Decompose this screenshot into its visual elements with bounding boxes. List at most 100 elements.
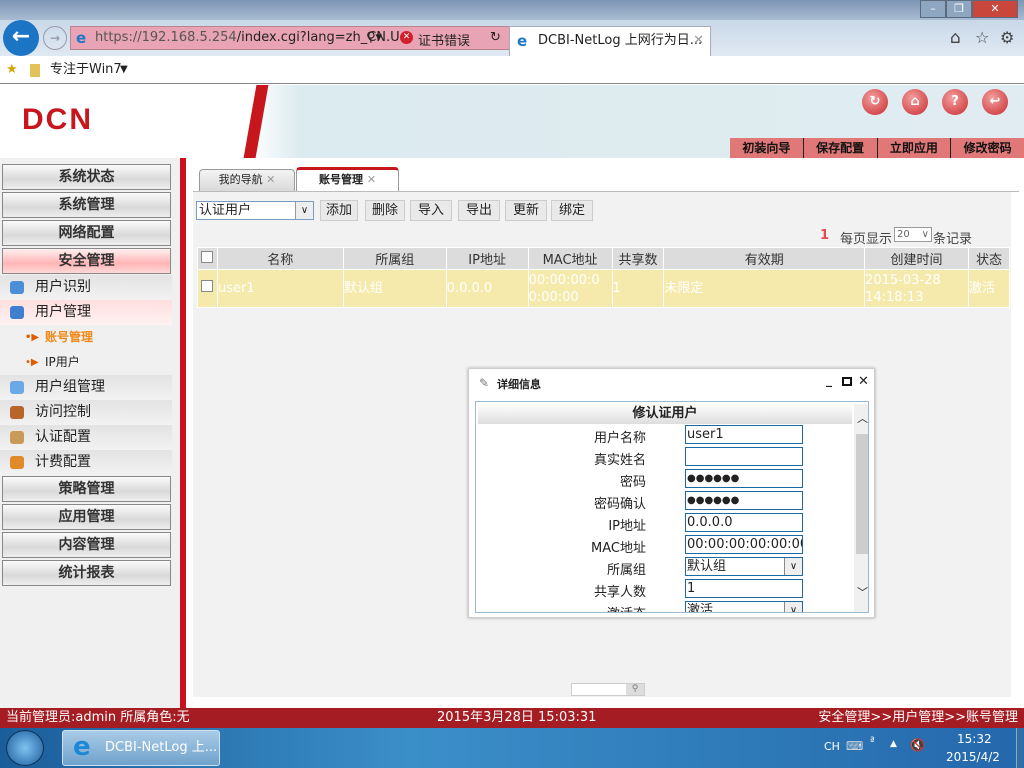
favorites-folder[interactable]: 专注于Win7 [50, 56, 122, 84]
favorites-star-icon[interactable]: ★ [6, 56, 18, 84]
col-share[interactable]: 共享数 [611, 247, 665, 270]
sidebar-sub-account-manage[interactable]: •▶ 账号管理 [0, 325, 172, 350]
share-count-input[interactable]: 1 [685, 579, 803, 598]
mac-input[interactable]: 00:00:00:00:00:00 [685, 535, 803, 554]
col-validity[interactable]: 有效期 [663, 247, 866, 270]
sidebar-system-manage[interactable]: 系统管理 [2, 192, 171, 218]
col-status[interactable]: 状态 [968, 247, 1010, 270]
sidebar-policy-manage[interactable]: 策略管理 [2, 476, 171, 502]
minimize-button[interactable]: – [920, 0, 946, 18]
row-checkbox[interactable] [201, 280, 214, 292]
close-tab-icon[interactable]: ✕ [367, 173, 376, 186]
sidebar-item-auth-config[interactable]: 认证配置 [0, 425, 172, 450]
add-button[interactable]: 添加 [320, 200, 358, 221]
col-created[interactable]: 创建时间 [864, 247, 969, 270]
refresh-button[interactable]: 更新 [505, 200, 547, 221]
sidebar-item-label: 认证配置 [35, 429, 91, 445]
scroll-thumb[interactable] [856, 434, 868, 554]
chevron-down-icon[interactable]: ▼ [120, 56, 128, 84]
keyboard-icon[interactable]: ⌨ [846, 739, 863, 753]
password-confirm-input[interactable]: ●●●●●● [685, 491, 803, 510]
close-tab-icon[interactable]: ✕ [266, 173, 275, 186]
user-type-select[interactable]: 认证用户 ∨ [196, 201, 314, 220]
active-state-select[interactable]: 激活 ∨ [685, 601, 803, 612]
ip-input[interactable]: 0.0.0.0 [685, 513, 803, 532]
change-password-button[interactable]: 修改密码 [951, 138, 1024, 158]
tab-account-manage[interactable]: 账号管理 ✕ [296, 167, 399, 192]
back-button[interactable]: ← [3, 20, 39, 56]
browser-tab[interactable]: e DCBI-NetLog 上网行为日... ✕ [509, 26, 711, 56]
volume-muted-icon[interactable]: 🔇 [910, 738, 925, 752]
sidebar-sub-ip-user[interactable]: •▶ IP用户 [0, 350, 172, 375]
col-ip[interactable]: IP地址 [445, 247, 529, 270]
refresh-icon[interactable]: ↻ [862, 89, 888, 115]
logout-icon[interactable]: ↩ [982, 89, 1008, 115]
clock-time[interactable]: 15:32 [957, 732, 992, 746]
maximize-button[interactable]: ❐ [946, 0, 972, 18]
sidebar-app-manage[interactable]: 应用管理 [2, 504, 171, 530]
tab-my-navigation[interactable]: 我的导航 ✕ [199, 169, 295, 192]
cert-error-label[interactable]: 证书错误 [418, 30, 470, 49]
sidebar-network-config[interactable]: 网络配置 [2, 220, 171, 246]
sidebar-item-access-control[interactable]: 访问控制 [0, 400, 172, 425]
table-row[interactable]: user1 默认组 0.0.0.0 00:00:00:00:00:00 1 未限… [197, 269, 1010, 308]
sidebar-item-user-identify[interactable]: 用户识别 [0, 275, 172, 300]
detail-dialog: ✎ 详细信息 _ ✕ 修认证用户 用户名称 user1 真实姓名 密码 ●●●●●●… [468, 368, 875, 618]
chevron-down-icon: ∨ [921, 229, 929, 240]
col-name[interactable]: 名称 [216, 247, 344, 270]
per-page-select[interactable]: 20 ∨ [894, 227, 932, 242]
realname-input[interactable] [685, 447, 803, 466]
sidebar-item-billing-config[interactable]: 计费配置 [0, 450, 172, 475]
sidebar-system-status[interactable]: 系统状态 [2, 164, 171, 190]
group-select[interactable]: 默认组 ∨ [685, 557, 803, 576]
dialog-minimize-icon[interactable]: _ [826, 373, 832, 387]
setup-wizard-button[interactable]: 初装向导 [730, 138, 804, 158]
start-button[interactable] [6, 730, 44, 766]
sidebar-item-user-group[interactable]: 用户组管理 [0, 375, 172, 400]
forward-button[interactable]: → [43, 26, 67, 50]
clock-date[interactable]: 2015/4/2 [946, 750, 1000, 764]
page-number[interactable]: 1 [820, 228, 829, 243]
help-icon[interactable]: ? [942, 89, 968, 115]
field-label: 密码确认 [593, 497, 646, 512]
close-window-button[interactable]: ✕ [972, 0, 1018, 18]
bind-button[interactable]: 绑定 [551, 200, 593, 221]
sidebar-item-user-manage[interactable]: 用户管理 [0, 300, 172, 325]
close-tab-icon[interactable]: ✕ [693, 27, 704, 55]
cell-name[interactable]: user1 [216, 269, 344, 308]
sidebar-reports[interactable]: 统计报表 [2, 560, 171, 586]
sidebar-content-manage[interactable]: 内容管理 [2, 532, 171, 558]
language-indicator[interactable]: CH [824, 740, 840, 753]
scroll-down-icon[interactable]: ﹀ [857, 584, 868, 600]
search-icon[interactable]: ⚲ [626, 684, 644, 695]
select-all-cell [197, 247, 218, 270]
select-all-checkbox[interactable] [201, 250, 214, 263]
dialog-scrollbar[interactable]: ︿ ﹀ [854, 404, 868, 612]
gear-icon[interactable]: ⚙ [1000, 28, 1014, 47]
sidebar-security-manage[interactable]: 安全管理 [2, 248, 171, 274]
dialog-maximize-icon[interactable] [842, 377, 852, 386]
col-mac[interactable]: MAC地址 [527, 247, 613, 270]
username-input[interactable]: user1 [685, 425, 803, 444]
import-button[interactable]: 导入 [410, 200, 452, 221]
search-icon[interactable]: ⚲▾ [366, 30, 382, 45]
ime-icon[interactable]: ª [870, 736, 875, 747]
export-button[interactable]: 导出 [458, 200, 500, 221]
sidebar-item-label: 访问控制 [35, 404, 91, 420]
delete-button[interactable]: 删除 [365, 200, 405, 221]
show-desktop-button[interactable] [1016, 728, 1024, 768]
taskbar-app-button[interactable]: e DCBI-NetLog 上... [62, 730, 220, 766]
scroll-up-icon[interactable]: ︿ [857, 410, 868, 426]
dialog-close-icon[interactable]: ✕ [858, 374, 869, 389]
home-icon[interactable]: ⌂ [902, 89, 928, 115]
refresh-icon[interactable]: ↻ [490, 30, 501, 45]
home-icon[interactable]: ⌂ [950, 28, 961, 48]
page-jump-input[interactable]: ⚲ [571, 683, 645, 696]
col-group[interactable]: 所属组 [342, 247, 447, 270]
favorites-star-icon[interactable]: ☆ [975, 28, 989, 47]
apply-now-button[interactable]: 立即应用 [878, 138, 952, 158]
sidebar-splitter[interactable] [180, 158, 186, 708]
save-config-button[interactable]: 保存配置 [804, 138, 878, 158]
password-input[interactable]: ●●●●●● [685, 469, 803, 488]
show-hidden-icons[interactable]: ▲ [890, 739, 897, 749]
